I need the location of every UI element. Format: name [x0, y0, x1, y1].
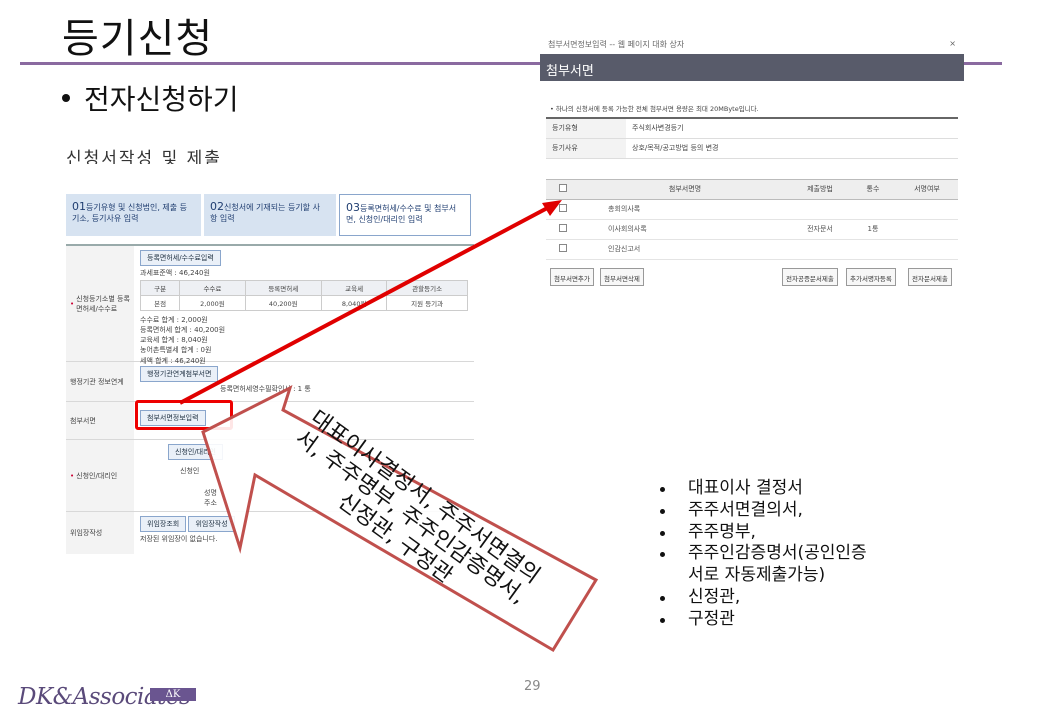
table-row: 등기사유 상호/목적/공고방법 등의 변경 [546, 138, 958, 159]
step-progress: 01등기유형 및 신청법인, 제출 등기소, 등기사유 입력 02신청서에 기재… [66, 194, 476, 236]
attachment-list: 첨부서면명 제출방법 통수 서명여부 총회의사록 이사회의사록 전자문서 1통 … [546, 178, 958, 260]
list-item: 주주명부, [660, 522, 867, 544]
logo-mark: ΔK [150, 688, 196, 701]
fee-summary: 수수료 합계 : 2,000원 등록면허세 합계 : 40,200원 교육세 합… [140, 316, 226, 365]
dialog-notice: • 하나의 신청서에 등록 가능한 전체 첨부서면 용량은 최대 20MByte… [550, 105, 759, 113]
highlight-box [135, 400, 233, 430]
table-row: 인감신고서 [546, 239, 958, 260]
proxy-write-button[interactable]: 위임장작성 [188, 516, 235, 532]
list-item: 주주서면결의서, [660, 500, 867, 522]
fee-table: 구분 수수료 등록면허세 교육세 관할등기소 본점 2,000원 40,200원… [139, 280, 468, 311]
close-icon[interactable]: × [949, 39, 956, 54]
row-checkbox[interactable] [559, 224, 567, 232]
add-signer-button[interactable]: 추가서명자등록 [846, 268, 896, 286]
list-item: 주주인감증명서(공인인증 [660, 543, 867, 565]
dialog-titlebar: 첨부서면정보입력 -- 웹 페이지 대화 상자 × [540, 34, 964, 54]
table-row: 이사회의사록 전자문서 1통 [546, 219, 958, 240]
select-all-checkbox[interactable] [559, 184, 567, 192]
admin-link-button[interactable]: 행정기관연계첨부서면 [140, 366, 219, 382]
dialog-window-title: 첨부서면정보입력 -- 웹 페이지 대화 상자 [548, 40, 685, 49]
table-row: 본점 2,000원 40,200원 8,040원 지원 등기과 [139, 295, 468, 311]
proxy-note: 저장된 위임장이 없습니다. [140, 535, 218, 543]
attachment-dialog: 첨부서면정보입력 -- 웹 페이지 대화 상자 × 첨부서면 • 하나의 신청서… [540, 34, 964, 296]
slide-title: 등기신청 [62, 16, 214, 62]
dialog-info-table: 등기유형 주식회사변경등기 등기사유 상호/목적/공고방법 등의 변경 [546, 117, 958, 159]
bullet-dot [62, 94, 70, 102]
fee-total: 과세표준액 : 46,240원 [140, 269, 210, 277]
delete-attachment-button[interactable]: 첨부서면삭제 [600, 268, 644, 286]
step-3[interactable]: 03등록면허세/수수료 및 첨부서면, 신청인/대리인 입력 [339, 194, 471, 236]
fee-input-button[interactable]: 등록면허세/수수료입력 [140, 250, 221, 266]
list-item: 서로 자동제출가능) [688, 565, 826, 585]
applicant-button[interactable]: 신청인/대리인 [168, 444, 223, 460]
list-item: 신정관, [660, 587, 867, 609]
list-item: 대표이사 결정서 [660, 478, 867, 500]
fee-row: • 신청등기소별 등록면허세/수수료 등록면허세/수수료입력 과세표준액 : 46… [66, 246, 474, 365]
proxy-view-button[interactable]: 위임장조회 [140, 516, 187, 532]
subtitle-text: 전자신청하기 [84, 83, 239, 116]
dialog-header: 첨부서면 [540, 54, 964, 81]
page-number: 29 [524, 679, 541, 694]
row-checkbox[interactable] [559, 204, 567, 212]
title-divider-right [962, 62, 1002, 65]
form-heading: 신청서작성 및 제출 [66, 149, 222, 164]
step-2[interactable]: 02신청서에 기재되는 등기할 사항 입력 [204, 194, 336, 236]
list-item: 구정관 [660, 609, 867, 631]
row-checkbox[interactable] [559, 244, 567, 252]
step-1[interactable]: 01등기유형 및 신청법인, 제출 등기소, 등기사유 입력 [66, 194, 201, 236]
title-divider [20, 62, 545, 65]
table-row: 총회의사록 [546, 199, 958, 220]
table-row: 등기유형 주식회사변경등기 [546, 118, 958, 139]
admin-row: 행정기관 정보연계 행정기관연계첨부서면 등록면허세영수필확인서 : 1 통 [66, 362, 474, 402]
e-notarized-submit-button[interactable]: 전자공증문서제출 [782, 268, 838, 286]
fee-label: • 신청등기소별 등록면허세/수수료 [66, 246, 134, 361]
add-attachment-button[interactable]: 첨부서면추가 [550, 268, 594, 286]
document-bullet-list: 대표이사 결정서 주주서면결의서, 주주명부, 주주인감증명서(공인인증 서로 … [660, 478, 867, 630]
slide-subtitle: 전자신청하기 [62, 78, 239, 118]
e-document-submit-button[interactable]: 전자문서제출 [908, 268, 952, 286]
